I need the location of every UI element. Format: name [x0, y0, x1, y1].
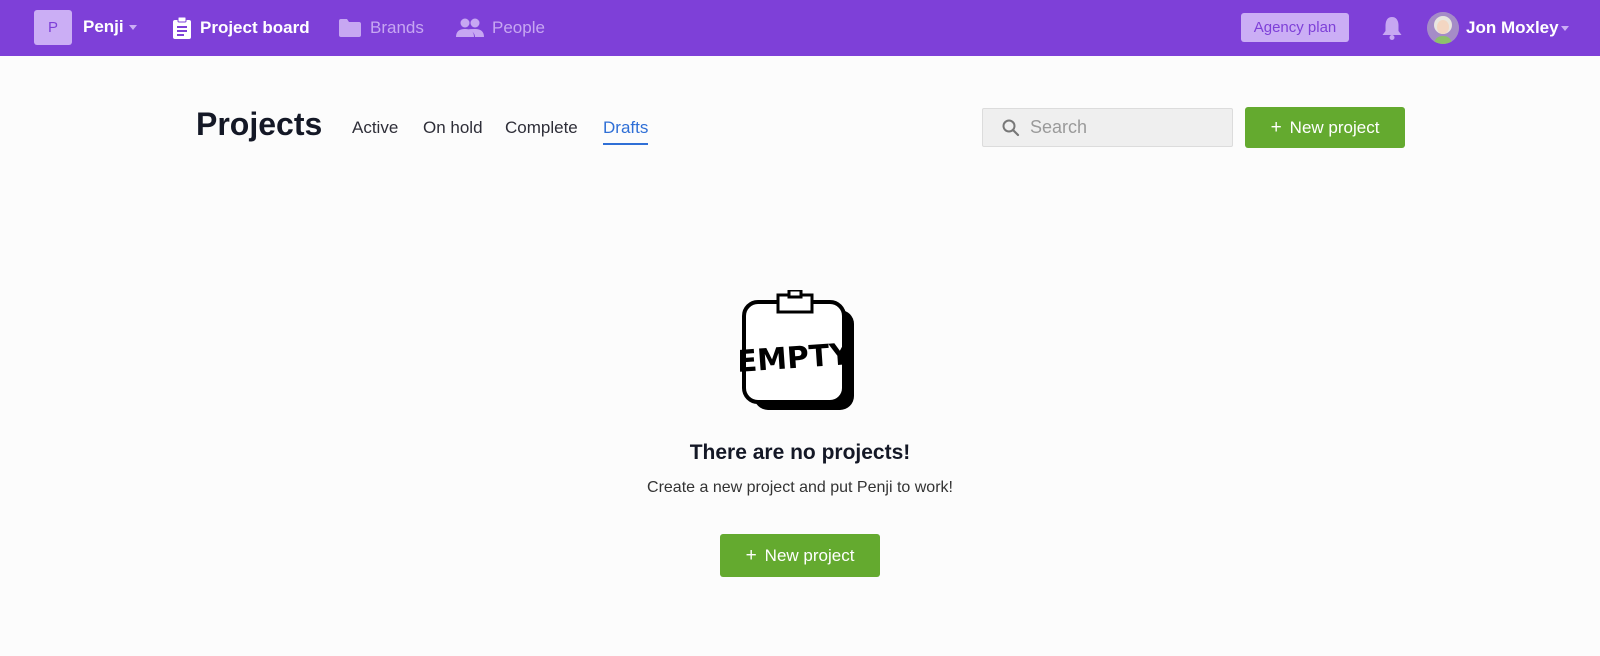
search-box[interactable] [982, 108, 1233, 147]
empty-state-title: There are no projects! [689, 441, 911, 464]
search-input[interactable] [1030, 117, 1210, 138]
button-label: New project [764, 545, 855, 565]
plan-badge[interactable]: Agency plan [1241, 13, 1349, 42]
new-project-empty-button[interactable]: + New project [720, 534, 880, 577]
plus-icon: + [1270, 116, 1282, 138]
nav-label: People [492, 18, 545, 37]
nav-brands[interactable]: Brands [338, 14, 424, 42]
nav-people[interactable]: People [456, 14, 545, 42]
top-navigation-bar: P Penji Project board Brands People Agen… [0, 0, 1600, 56]
people-icon [456, 18, 484, 37]
tab-on-hold[interactable]: On hold [423, 118, 483, 143]
page-title: Projects [196, 106, 323, 142]
nav-label: Project board [200, 18, 310, 37]
tab-active[interactable]: Active [352, 118, 398, 143]
empty-clipboard-illustration: EMPTY [740, 290, 854, 410]
tab-drafts[interactable]: Drafts [603, 118, 649, 145]
nav-label: Brands [370, 18, 424, 37]
chevron-down-icon[interactable] [129, 25, 137, 30]
tab-complete[interactable]: Complete [505, 118, 578, 143]
user-name[interactable]: Jon Moxley [1466, 18, 1559, 38]
clipboard-icon [173, 17, 191, 39]
button-label: New project [1289, 117, 1380, 137]
plus-icon: + [745, 544, 757, 566]
empty-state-subtitle: Create a new project and put Penji to wo… [647, 479, 953, 496]
new-project-button[interactable]: + New project [1245, 107, 1405, 148]
chevron-down-icon[interactable] [1561, 26, 1569, 31]
bell-icon[interactable] [1381, 15, 1403, 41]
nav-project-board[interactable]: Project board [172, 14, 310, 42]
workspace-name[interactable]: Penji [83, 17, 124, 37]
workspace-logo[interactable]: P [34, 10, 72, 45]
folder-icon [339, 19, 361, 37]
search-icon [1002, 119, 1020, 136]
avatar[interactable] [1427, 12, 1459, 44]
